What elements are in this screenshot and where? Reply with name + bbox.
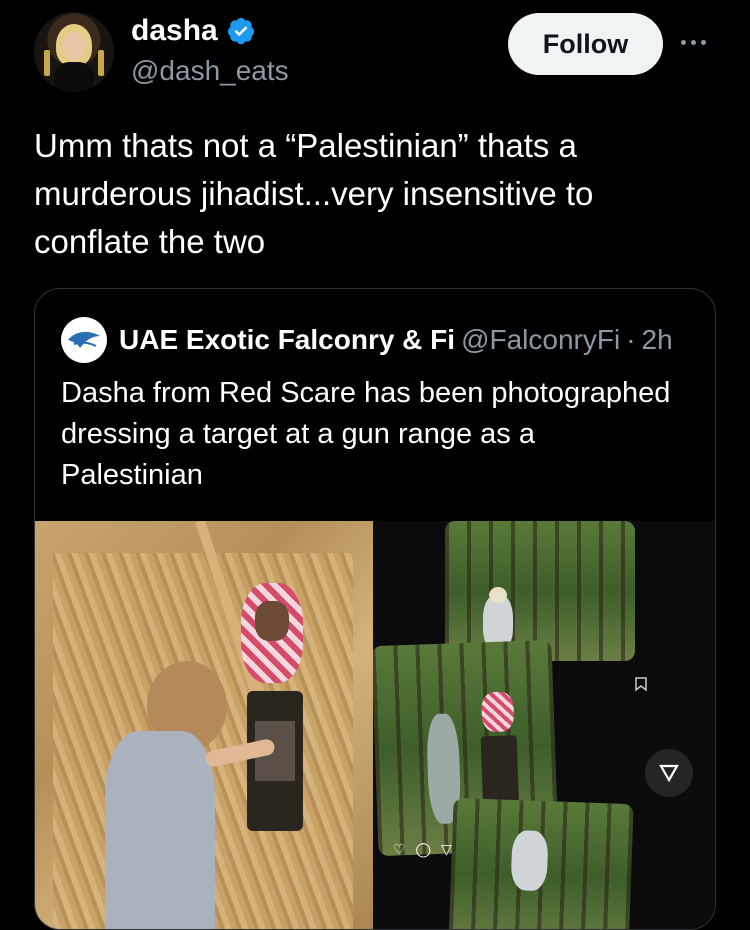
quoted-avatar[interactable] xyxy=(61,317,107,363)
forest-photo-3 xyxy=(448,797,634,929)
falcon-logo-icon xyxy=(65,321,103,359)
play-icon[interactable] xyxy=(645,749,693,797)
more-horizontal-icon[interactable] xyxy=(681,40,706,45)
quoted-time[interactable]: 2h xyxy=(642,324,673,356)
author-handle[interactable]: @dash_eats xyxy=(131,55,289,87)
quoted-tweet[interactable]: UAE Exotic Falconry & Fi @FalconryFi · 2… xyxy=(34,288,716,930)
author-avatar[interactable] xyxy=(34,12,114,92)
mini-actions: ♡ ◯ ▽ xyxy=(393,841,455,857)
follow-button[interactable]: Follow xyxy=(508,13,663,75)
quoted-handle[interactable]: @FalconryFi xyxy=(461,324,620,356)
quoted-name[interactable]: UAE Exotic Falconry & Fi xyxy=(119,324,455,356)
author-name-row[interactable]: dasha xyxy=(131,14,256,48)
media-image-left[interactable] xyxy=(35,521,373,929)
author-name[interactable]: dasha xyxy=(131,14,218,48)
quoted-text: Dasha from Red Scare has been photograph… xyxy=(61,377,671,491)
quoted-header: UAE Exotic Falconry & Fi @FalconryFi · 2… xyxy=(61,317,673,363)
quoted-separator: · xyxy=(626,324,636,355)
tweet-text: Umm thats not a “Palestinian” thats a mu… xyxy=(34,127,594,260)
bookmark-icon xyxy=(635,677,647,692)
verified-badge-icon xyxy=(227,17,254,45)
media-image-right[interactable]: ♡ ◯ ▽ xyxy=(373,521,715,929)
quoted-media[interactable]: ♡ ◯ ▽ xyxy=(35,521,715,929)
